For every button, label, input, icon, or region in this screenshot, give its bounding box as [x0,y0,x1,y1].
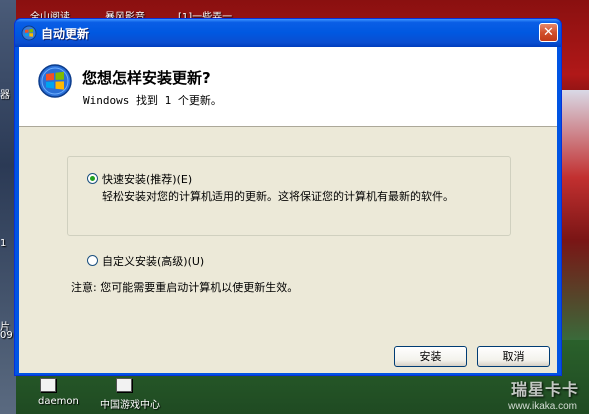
windows-update-shield-icon [38,64,72,98]
dialog-header: 您想怎样安装更新? Windows 找到 1 个更新。 [19,47,557,127]
desktop-edge-text: 器 [0,90,10,101]
windows-update-icon [21,25,37,41]
install-button[interactable]: 安装 [394,346,467,367]
dialog-body: 您想怎样安装更新? Windows 找到 1 个更新。 快速安装(推荐)(E) … [19,47,557,373]
dialog-subtitle: Windows 找到 1 个更新。 [83,94,222,107]
custom-install-radio[interactable] [87,255,98,266]
desktop-icon-label[interactable]: daemon [38,396,79,407]
daemon-shortcut-icon[interactable] [40,378,56,392]
restart-note: 注意: 您可能需要重启动计算机以使更新生效。 [71,281,299,294]
auto-update-window: 自动更新 ✕ 您想怎样安装更新? Windows 找到 1 个更新。 快速安装(… [14,18,562,376]
desktop-edge-text: 1 [0,238,7,249]
express-install-radio[interactable] [87,173,98,184]
close-button[interactable]: ✕ [539,23,558,42]
desktop-edge-text: 09 [0,330,13,341]
custom-install-label[interactable]: 自定义安装(高级)(U) [102,253,204,269]
window-title: 自动更新 [41,27,90,41]
close-icon: ✕ [543,25,554,40]
express-install-description: 轻松安装对您的计算机适用的更新。这将保证您的计算机有最新的软件。 [102,190,454,203]
dialog-heading: 您想怎样安装更新? [82,69,211,87]
watermark-url: www.ikaka.com [508,401,577,412]
express-install-label[interactable]: 快速安装(推荐)(E) [102,171,192,187]
watermark-logo: 瑞星卡卡 [510,382,579,399]
title-bar[interactable]: 自动更新 ✕ [15,19,561,47]
game-center-shortcut-icon[interactable] [116,378,132,392]
desktop-wallpaper-stadium [560,90,589,340]
desktop-icon-label[interactable]: 中国游戏中心 [100,396,160,411]
cancel-button[interactable]: 取消 [477,346,550,367]
